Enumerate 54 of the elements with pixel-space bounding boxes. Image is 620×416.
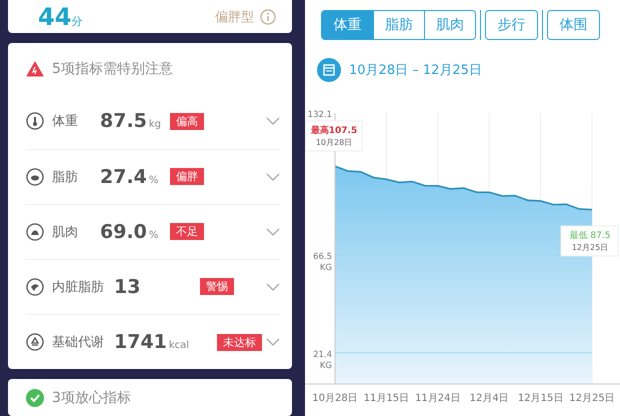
health-score: 44分 [38,2,82,31]
metric-name: 脂肪 [52,168,79,186]
x-tick-label: 10月28日 [312,393,358,404]
metric-row[interactable]: 体重 87.5 kg 偏高 [26,94,280,149]
warning-title: 5项指标需特别注意 [52,60,173,78]
metric-name: 肌肉 [52,224,79,241]
date-range[interactable]: 10月28日 – 12月25日 [349,61,482,79]
metric-tab[interactable]: 体重 [322,11,373,39]
metric-name: 内脏脂肪 [52,278,105,296]
chevron-icon[interactable] [266,282,280,291]
chevron-icon[interactable] [266,228,280,236]
metric-tab[interactable]: 体围 [548,11,599,39]
body-type: 偏胖型 [215,8,254,26]
status-tag: 未达标 [217,334,262,351]
max-callout: 最高107.5 10月28日 [305,120,362,152]
metric-value: 27.4 [100,166,147,188]
metric-unit: kcal [168,340,190,352]
metric-tab[interactable]: 肌肉 [424,11,475,39]
status-tag: 偏胖 [170,168,204,186]
chevron-icon[interactable] [266,172,280,181]
status-tag: 偏高 [170,112,204,130]
thermometer-icon [26,112,44,130]
chevron-icon[interactable] [266,117,280,126]
check-icon [26,388,44,407]
min-callout: 最低 87.5 12月25日 [560,226,618,256]
x-tick-label: 12月15日 [518,393,564,404]
metric-unit: % [148,230,158,241]
status-tag: 警惕 [200,278,234,296]
metric-name: 体重 [52,113,79,130]
metric-name: 基础代谢 [52,334,105,352]
x-tick-label: 11月24日 [415,393,461,404]
x-tick-label: 12月25日 [569,393,615,404]
metric-row[interactable]: 脂肪 27.4% 偏胖 [26,148,280,204]
metric-row[interactable]: 基础代谢 1741 kcal 未达标 [26,314,280,370]
calendar-icon[interactable] [317,58,341,82]
metric-value: 69.0 [100,220,147,243]
metric-unit: kg [148,119,162,130]
metric-value: 13 [114,276,140,298]
x-tick-label: 11月15日 [364,393,410,404]
x-tick-label: 12月4日 [470,393,509,404]
safe-title: 3项放心指标 [52,388,131,407]
metric-tab[interactable]: 步行 [486,11,537,39]
status-tag: 不足 [170,223,204,240]
y-tick-label: 21.4 KG [313,350,332,371]
y-tick-label: 132.1 [308,110,332,120]
chevron-icon[interactable] [266,338,280,346]
warning-icon [26,60,44,77]
metric-value: 1741 [114,331,167,354]
y-tick-label: 66.5 KG [313,252,332,274]
metric-row[interactable]: 内脏脂肪 13 警惕 [26,258,280,314]
info-icon[interactable] [260,8,276,25]
metric-unit: % [148,174,158,186]
metric-row[interactable]: 肌肉 69.0% 不足 [26,204,280,259]
metric-value: 87.5 [100,110,147,132]
